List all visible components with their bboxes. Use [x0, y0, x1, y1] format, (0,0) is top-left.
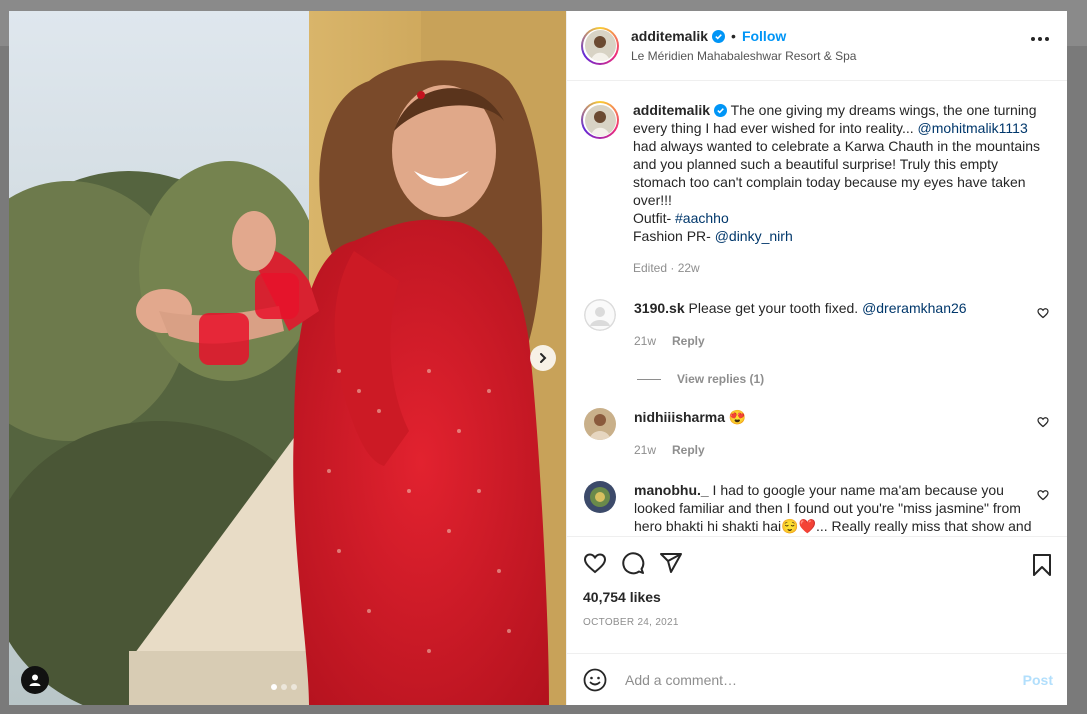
emoji-icon[interactable] — [583, 668, 607, 692]
caption-text: additemalik The one giving my dreams win… — [633, 101, 1045, 245]
comment-age[interactable]: 21w — [634, 441, 656, 459]
post-header: additemalik • Follow Le Méridien Mahabal… — [567, 11, 1067, 81]
view-replies-label: View replies (1) — [677, 372, 765, 386]
comment-item: nidhiiisharma 😍 21w Reply — [581, 408, 1051, 459]
carousel-indicator — [271, 684, 297, 690]
author-avatar[interactable] — [581, 26, 619, 65]
caption-hashtag-link[interactable]: #aachho — [675, 210, 729, 226]
commenter-username[interactable]: 3190.sk — [634, 300, 685, 316]
commenter-avatar[interactable] — [584, 481, 616, 513]
caption-mention-link[interactable]: @dinky_nirh — [715, 228, 793, 244]
commenter-username[interactable]: nidhiiisharma — [634, 409, 725, 425]
caption-age[interactable]: 22w — [678, 261, 700, 275]
carousel-dot — [281, 684, 287, 690]
author-username[interactable]: additemalik — [631, 28, 708, 44]
comment-item: manobhu._ I had to google your name ma'a… — [581, 481, 1051, 535]
carousel-dot — [291, 684, 297, 690]
comment-item: 3190.sk Please get your tooth fixed. @dr… — [581, 299, 1051, 350]
meta-separator: · — [667, 261, 678, 275]
post-date: OCTOBER 24, 2021 — [583, 617, 679, 628]
post-comment-button[interactable]: Post — [1023, 672, 1053, 688]
likes-count[interactable]: 40,754 likes — [583, 589, 1053, 605]
caption-meta: Edited · 22w — [633, 259, 1045, 277]
chevron-right-icon — [540, 353, 547, 363]
post-actions: 40,754 likes OCTOBER 24, 2021 — [567, 536, 1067, 653]
post-modal: additemalik • Follow Le Méridien Mahabal… — [9, 11, 1067, 705]
default-avatar-icon — [584, 299, 616, 331]
verified-badge-icon — [714, 104, 728, 117]
avatar-image — [584, 408, 616, 440]
caption-avatar[interactable] — [581, 101, 619, 139]
comment-text: 😍 — [725, 409, 747, 425]
avatar-image — [584, 30, 616, 61]
reply-button[interactable]: Reply — [672, 441, 705, 459]
add-comment-bar: Post — [567, 653, 1067, 705]
post-photo — [9, 11, 566, 705]
caption-mention-link[interactable]: @mohitmalik1113 — [918, 120, 1028, 136]
avatar-image — [584, 481, 616, 513]
reply-button[interactable]: Reply — [672, 332, 705, 350]
commenter-username[interactable]: manobhu._ — [634, 482, 709, 498]
heart-icon[interactable] — [583, 551, 607, 575]
comment-text: Please get your tooth fixed. — [684, 300, 863, 316]
comment-input[interactable] — [623, 670, 1023, 689]
bookmark-icon[interactable] — [1031, 553, 1053, 577]
caption-pr-label: Fashion PR- — [633, 228, 715, 244]
caption-outfit-label: Outfit- — [633, 210, 676, 226]
verified-badge-icon — [712, 29, 726, 43]
post-details-panel: additemalik • Follow Le Méridien Mahabal… — [566, 11, 1067, 705]
comment-like-heart-icon[interactable] — [1037, 489, 1049, 501]
next-media-button[interactable] — [530, 345, 556, 371]
commenter-avatar[interactable] — [584, 408, 616, 440]
post-location[interactable]: Le Méridien Mahabaleshwar Resort & Spa — [631, 49, 856, 63]
comment-mention-link[interactable]: @dreramkhan26 — [862, 300, 967, 316]
caption-text-part: had always wanted to celebrate a Karwa C… — [633, 138, 1041, 208]
carousel-dot-active — [271, 684, 277, 690]
comment-like-heart-icon[interactable] — [1037, 416, 1049, 428]
share-icon[interactable] — [659, 551, 683, 575]
more-options-icon[interactable] — [1031, 37, 1049, 41]
comment-age[interactable]: 21w — [634, 332, 656, 350]
post-media[interactable] — [9, 11, 566, 705]
header-separator: • — [731, 28, 736, 44]
comments-section[interactable]: additemalik The one giving my dreams win… — [567, 81, 1067, 536]
caption-username[interactable]: additemalik — [633, 102, 710, 118]
view-replies-button[interactable]: View replies (1) — [637, 372, 1051, 386]
comment-icon[interactable] — [621, 551, 645, 575]
edited-label: Edited — [633, 261, 668, 275]
user-tag-icon — [29, 674, 41, 686]
post-caption: additemalik The one giving my dreams win… — [581, 81, 1051, 277]
avatar-image — [584, 104, 616, 136]
commenter-avatar[interactable] — [584, 299, 616, 331]
comment-like-heart-icon[interactable] — [1037, 307, 1049, 319]
follow-button[interactable]: Follow — [742, 28, 786, 44]
view-replies-line — [637, 378, 661, 380]
user-tag-button[interactable] — [21, 666, 49, 694]
